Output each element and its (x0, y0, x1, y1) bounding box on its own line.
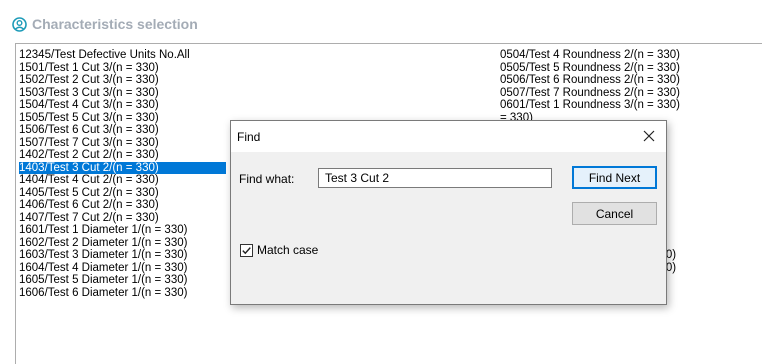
list-item[interactable]: 1405/Test 5 Cut 2/(n = 330) (19, 187, 226, 200)
list-item[interactable]: 1507/Test 7 Cut 3/(n = 330) (19, 137, 226, 150)
dialog-title: Find (237, 130, 261, 144)
list-item[interactable]: 1407/Test 7 Cut 2/(n = 330) (19, 212, 226, 225)
characteristics-icon (12, 16, 27, 32)
list-item[interactable]: 0506/Test 6 Roundness 2/(n = 330) (500, 74, 684, 87)
list-item[interactable]: 1402/Test 2 Cut 2/(n = 330) (19, 149, 226, 162)
list-item[interactable]: 1601/Test 1 Diameter 1/(n = 330) (19, 224, 226, 237)
list-item[interactable]: 1505/Test 5 Cut 3/(n = 330) (19, 112, 226, 125)
list-item[interactable]: 1605/Test 5 Diameter 1/(n = 330) (19, 274, 226, 287)
list-item[interactable]: 1501/Test 1 Cut 3/(n = 330) (19, 62, 226, 75)
match-case-label: Match case (257, 243, 319, 257)
list-item[interactable]: 1606/Test 6 Diameter 1/(n = 330) (19, 287, 226, 300)
match-case-checkbox[interactable] (240, 243, 253, 257)
list-item[interactable]: 1404/Test 4 Cut 2/(n = 330) (19, 174, 226, 187)
list-item[interactable]: 1603/Test 3 Diameter 1/(n = 330) (19, 249, 226, 262)
list-item[interactable]: 1406/Test 6 Cut 2/(n = 330) (19, 199, 226, 212)
dialog-titlebar: Find (231, 121, 666, 152)
list-item[interactable]: 1504/Test 4 Cut 3/(n = 330) (19, 99, 226, 112)
list-item[interactable]: 1503/Test 3 Cut 3/(n = 330) (19, 87, 226, 100)
find-what-label: Find what: (239, 172, 295, 186)
list-item[interactable]: 0601/Test 1 Roundness 3/(n = 330) (500, 99, 684, 112)
find-next-button[interactable]: Find Next (572, 166, 657, 189)
list-item[interactable]: 1602/Test 2 Diameter 1/(n = 330) (19, 237, 226, 250)
find-what-input[interactable] (318, 168, 552, 188)
list-item[interactable]: 1506/Test 6 Cut 3/(n = 330) (19, 124, 226, 137)
list-item[interactable]: 1604/Test 4 Diameter 1/(n = 330) (19, 262, 226, 275)
list-item[interactable]: 0505/Test 5 Roundness 2/(n = 330) (500, 62, 684, 75)
checkmark-icon (242, 246, 251, 254)
panel-header: Characteristics selection (12, 14, 198, 34)
panel-title: Characteristics selection (32, 16, 198, 32)
find-dialog: Find Find what: Find Next Cancel Match c… (230, 120, 667, 305)
list-item[interactable]: 0504/Test 4 Roundness 2/(n = 330) (500, 49, 684, 62)
list-item[interactable]: 12345/Test Defective Units No.All (19, 49, 226, 62)
list-item[interactable]: 1403/Test 3 Cut 2/(n = 330) (19, 161, 226, 174)
list-item[interactable]: 0507/Test 7 Roundness 2/(n = 330) (500, 87, 684, 100)
close-icon[interactable] (638, 125, 660, 147)
match-case-option[interactable]: Match case (240, 243, 318, 257)
cancel-button[interactable]: Cancel (572, 202, 657, 225)
list-item[interactable]: 1502/Test 2 Cut 3/(n = 330) (19, 74, 226, 87)
list-column-left: 12345/Test Defective Units No.All 1501/Te… (19, 49, 226, 299)
